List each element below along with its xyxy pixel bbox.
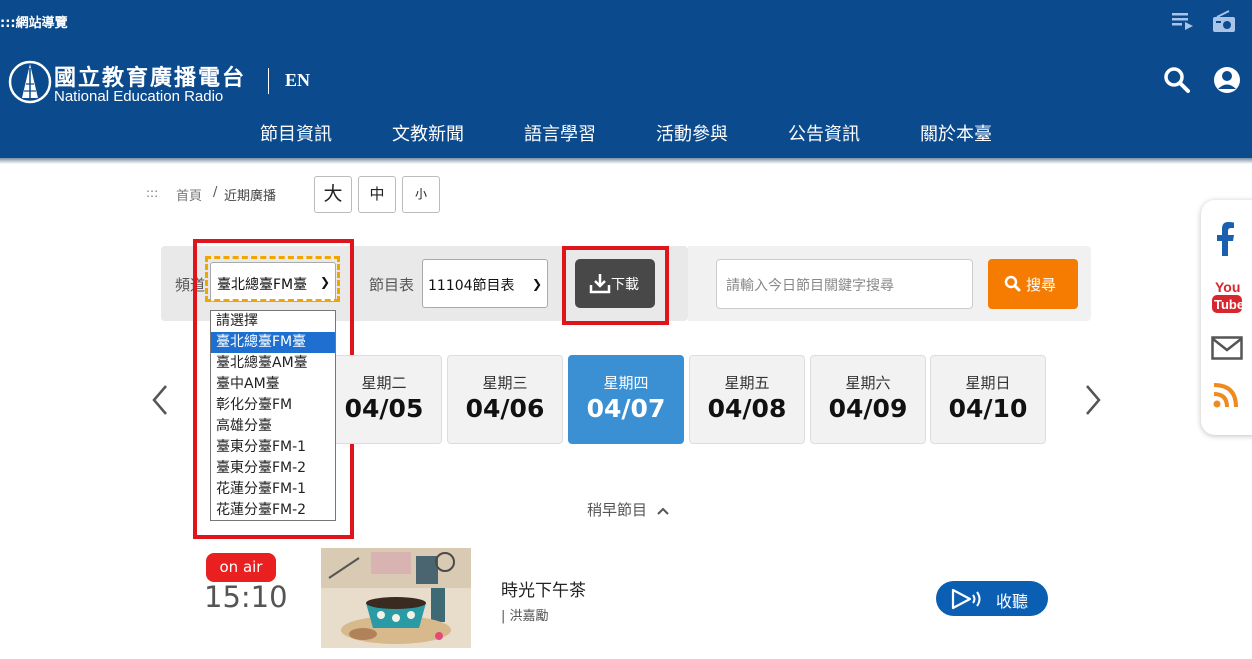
search-icon xyxy=(1004,275,1021,296)
main-navigation: 節目資訊 文教新聞 語言學習 活動參與 公告資訊 關於本臺 xyxy=(0,120,1252,150)
day-tab-date: 04/05 xyxy=(344,394,424,423)
channel-option[interactable]: 花蓮分臺FM-1 xyxy=(211,479,335,500)
youtube-wordmark-tube: Tube xyxy=(1214,297,1242,312)
breadcrumb-current: 近期廣播 xyxy=(224,189,277,204)
site-header: 國立教育廣播電台 National Education Radio EN 節目資… xyxy=(0,50,1252,158)
header-divider xyxy=(268,68,269,94)
facebook-icon[interactable] xyxy=(1215,222,1235,260)
schedule-label: 節目表 xyxy=(369,276,415,294)
font-size-large-button[interactable]: 大 xyxy=(314,176,352,213)
program-time: 15:10 xyxy=(204,580,288,614)
day-tab-friday[interactable]: 星期五 04/08 xyxy=(689,355,805,444)
day-tab-saturday[interactable]: 星期六 04/09 xyxy=(810,355,926,444)
day-tab-weekday: 星期五 xyxy=(724,374,770,392)
channel-dropdown-list: 請選擇 臺北總臺FM臺 臺北總臺AM臺 臺中AM臺 彰化分臺FM 高雄分臺 臺東… xyxy=(210,310,336,521)
channel-option[interactable]: 臺東分臺FM-2 xyxy=(211,458,335,479)
day-tab-date: 04/10 xyxy=(948,394,1028,423)
schedule-select-value: 11104節目表 xyxy=(428,278,515,294)
channel-option[interactable]: 臺中AM臺 xyxy=(211,374,335,395)
day-tab-thursday[interactable]: 星期四 04/07 xyxy=(568,355,684,444)
channel-option[interactable]: 請選擇 xyxy=(211,311,335,332)
nav-about[interactable]: 關於本臺 xyxy=(920,120,992,146)
day-tab-tuesday[interactable]: 星期二 04/05 xyxy=(326,355,442,444)
program-thumbnail[interactable] xyxy=(321,548,471,648)
playlist-icon[interactable] xyxy=(1171,10,1195,36)
header-shadow xyxy=(0,158,1252,164)
listen-button[interactable]: 收聽 xyxy=(936,581,1048,616)
schedule-select[interactable]: 11104節目表 ❯ xyxy=(422,259,548,308)
nav-language-learning[interactable]: 語言學習 xyxy=(524,120,596,146)
earlier-programs-toggle[interactable]: 稍早節目 xyxy=(587,499,670,520)
program-host: | 洪嘉勵 xyxy=(501,609,549,624)
chevron-right-icon[interactable] xyxy=(1083,382,1103,418)
chevron-down-icon: ❯ xyxy=(531,276,542,291)
search-button[interactable]: 搜尋 xyxy=(988,259,1078,309)
channel-option[interactable]: 彰化分臺FM xyxy=(211,395,335,416)
logo-english-name[interactable]: National Education Radio xyxy=(54,88,223,105)
on-air-badge: on air xyxy=(206,553,276,582)
font-size-small-button[interactable]: 小 xyxy=(402,176,440,213)
channel-option[interactable]: 高雄分臺 xyxy=(211,416,335,437)
earlier-programs-label: 稍早節目 xyxy=(587,501,648,519)
english-language-link[interactable]: EN xyxy=(285,70,310,91)
top-utility-bar: :::網站導覽 xyxy=(0,0,1252,50)
user-icon[interactable] xyxy=(1213,66,1241,98)
ner-logo-icon[interactable] xyxy=(8,58,52,110)
day-tab-weekday: 星期三 xyxy=(482,374,528,392)
font-size-medium-button[interactable]: 中 xyxy=(358,176,396,213)
search-placeholder: 請輸入今日節目關鍵字搜尋 xyxy=(726,278,894,294)
program-search-input[interactable]: 請輸入今日節目關鍵字搜尋 xyxy=(716,259,973,309)
social-sidebar: You Tube xyxy=(1201,200,1252,435)
channel-option-selected[interactable]: 臺北總臺FM臺 xyxy=(211,332,335,353)
day-tab-weekday: 星期日 xyxy=(965,374,1011,392)
youtube-wordmark-you: You xyxy=(1215,279,1240,295)
search-button-label: 搜尋 xyxy=(1026,276,1057,294)
nav-events[interactable]: 活動參與 xyxy=(656,120,728,146)
day-tab-wednesday[interactable]: 星期三 04/06 xyxy=(447,355,563,444)
breadcrumb-home[interactable]: 首頁 xyxy=(176,185,202,204)
breadcrumb-anchor[interactable]: ::: xyxy=(146,186,158,200)
channel-option[interactable]: 臺東分臺FM-1 xyxy=(211,437,335,458)
day-tab-weekday: 星期二 xyxy=(361,374,407,392)
day-tab-weekday: 星期四 xyxy=(603,374,649,392)
nav-announcements[interactable]: 公告資訊 xyxy=(788,120,860,146)
radio-icon[interactable] xyxy=(1211,10,1237,38)
download-highlight-box xyxy=(562,246,669,325)
nav-program-info[interactable]: 節目資訊 xyxy=(260,120,332,146)
site-navigation-link[interactable]: :::網站導覽 xyxy=(0,12,68,31)
program-title[interactable]: 時光下午茶 xyxy=(501,576,586,601)
breadcrumb-separator: / xyxy=(213,185,218,200)
chevron-up-icon xyxy=(656,502,670,520)
email-icon[interactable] xyxy=(1211,336,1243,364)
day-tab-date: 04/07 xyxy=(586,394,666,423)
listen-button-label: 收聽 xyxy=(996,592,1029,611)
day-tab-weekday: 星期六 xyxy=(845,374,891,392)
day-tab-date: 04/08 xyxy=(707,394,787,423)
chevron-left-icon[interactable] xyxy=(150,382,170,418)
rss-icon[interactable] xyxy=(1213,382,1239,412)
day-tab-sunday[interactable]: 星期日 04/10 xyxy=(930,355,1046,444)
channel-option[interactable]: 臺北總臺AM臺 xyxy=(211,353,335,374)
play-audio-icon xyxy=(950,588,984,614)
day-tab-date: 04/06 xyxy=(465,394,545,423)
nav-education-news[interactable]: 文教新聞 xyxy=(392,120,464,146)
channel-option[interactable]: 花蓮分臺FM-2 xyxy=(211,500,335,521)
youtube-icon[interactable]: You Tube xyxy=(1212,278,1244,320)
search-icon[interactable] xyxy=(1163,66,1191,98)
day-tab-date: 04/09 xyxy=(828,394,908,423)
